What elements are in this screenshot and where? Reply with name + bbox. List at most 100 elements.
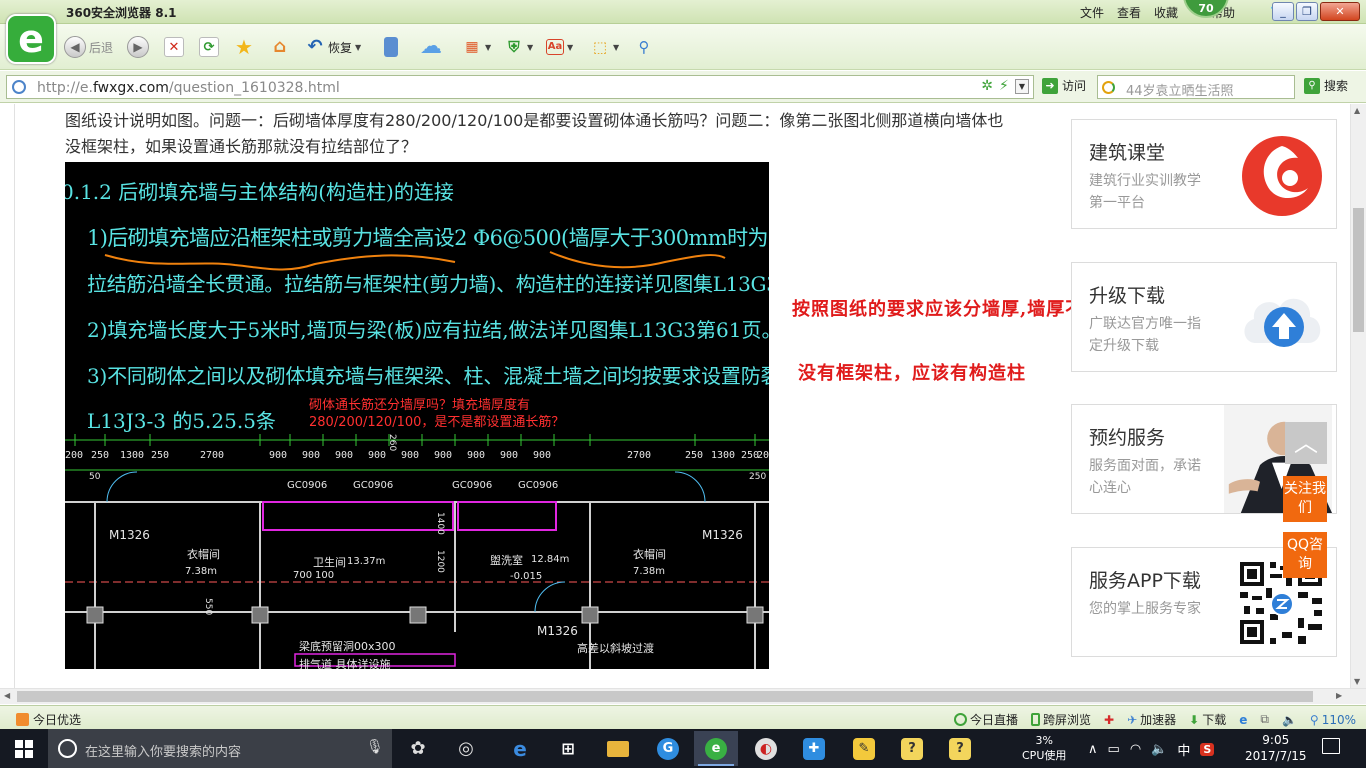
scroll-up-icon[interactable]: ▲	[1354, 106, 1360, 115]
download-button[interactable]: ⬇ 下载	[1189, 711, 1226, 728]
screenshot-icon[interactable]: ⬚	[590, 37, 610, 57]
compat-mode-icon[interactable]: ✲	[981, 78, 993, 94]
vertical-scroll-thumb[interactable]	[1353, 208, 1364, 332]
scroll-down-icon[interactable]: ▼	[1354, 677, 1360, 686]
taskbar-app-task-view[interactable]: ✿	[396, 731, 440, 766]
forward-arrow-icon[interactable]: ▶	[127, 36, 149, 58]
undo-icon[interactable]: ↶	[305, 37, 325, 57]
stop-icon[interactable]: ✕	[164, 37, 184, 57]
today-picks[interactable]: 今日优选	[16, 711, 81, 728]
speed-mode-icon[interactable]: ⚡	[999, 78, 1009, 94]
apps-grid-icon[interactable]: ▦	[462, 37, 482, 57]
apps-group[interactable]: ▦ ▼	[462, 35, 491, 59]
address-icons: ✲ ⚡ ▼	[981, 78, 1029, 94]
accelerator-button[interactable]: ✈ 加速器	[1127, 711, 1176, 728]
menu-favorites[interactable]: 收藏	[1154, 4, 1178, 21]
taskbar-app-browser[interactable]: ◎	[444, 731, 488, 766]
sidebar-card-upgrade[interactable]: 升级下载 广联达官方唯一指定升级下载	[1071, 262, 1337, 372]
live-label: 今日直播	[969, 713, 1018, 727]
address-bar[interactable]: http://e.fwxgx.com/question_1610328.html…	[6, 75, 1034, 99]
taskbar-app-edge[interactable]: e	[498, 731, 542, 766]
home-icon[interactable]: ⌂	[270, 37, 290, 57]
cpu-usage[interactable]: 3% CPU使用	[1022, 733, 1066, 763]
back-arrow-icon[interactable]: ◀	[64, 36, 86, 58]
taskbar-app-360[interactable]: ◐	[744, 731, 788, 766]
screenshot-group[interactable]: ⬚ ▼	[590, 35, 619, 59]
favorite-star-icon[interactable]: ★	[234, 37, 254, 57]
360-safe-icon: ◐	[755, 737, 777, 760]
menu-view[interactable]: 查看	[1117, 4, 1141, 21]
clock-time: 9:05	[1262, 733, 1290, 747]
restore-dropdown-icon[interactable]: ▼	[355, 43, 361, 52]
microphone-icon[interactable]: 🎙	[366, 739, 384, 755]
apps-dropdown-icon[interactable]: ▼	[485, 43, 491, 52]
taskbar-app-cad[interactable]: ✚	[792, 731, 836, 766]
visit-label: 访问	[1062, 79, 1087, 93]
volume-icon[interactable]: 🔈	[1151, 742, 1167, 757]
search-engine-icon[interactable]	[1102, 81, 1115, 94]
clock[interactable]: 9:05 2017/7/15	[1245, 732, 1307, 764]
magnifier-icon[interactable]: ⚲	[634, 37, 654, 57]
taskbar-app-store[interactable]: ⊞	[546, 731, 590, 766]
visit-button[interactable]: ➜ 访问	[1042, 77, 1086, 94]
maximize-button[interactable]: ❐	[1296, 2, 1318, 21]
tray-expand-icon[interactable]: ∧	[1088, 742, 1098, 757]
sogou-ime-icon[interactable]: S	[1200, 743, 1215, 756]
translate-icon[interactable]: Aa	[546, 39, 564, 55]
notification-center-icon[interactable]	[1322, 738, 1340, 754]
dim-label: 900	[533, 450, 552, 461]
qq-consult-button[interactable]: QQ咨询	[1283, 532, 1327, 578]
search-placeholder: 44岁袁立晒生活照	[1126, 84, 1234, 99]
volume-button[interactable]: 🔈	[1282, 713, 1297, 727]
download-label: 下载	[1202, 713, 1227, 727]
live-button[interactable]: 今日直播	[953, 711, 1018, 728]
menu-file[interactable]: 文件	[1080, 4, 1104, 21]
search-button[interactable]: ⚲ 搜索	[1304, 77, 1348, 94]
taskbar-app-explorer[interactable]	[596, 731, 640, 766]
back-to-top-button[interactable]: ︿	[1285, 422, 1327, 464]
refresh-icon[interactable]: ⟳	[199, 37, 219, 57]
taskbar-app-360browser[interactable]: e	[694, 731, 738, 766]
taskbar-app-glodon[interactable]: G	[646, 731, 690, 766]
sidebar-card-course[interactable]: 建筑课堂 建筑行业实训教学第一平台	[1071, 119, 1337, 229]
follow-us-button[interactable]: 关注我们	[1283, 476, 1327, 522]
ime-indicator[interactable]: 中	[1177, 740, 1190, 759]
wifi-icon[interactable]: ◠	[1130, 742, 1141, 757]
horizontal-scroll-thumb[interactable]	[17, 691, 1313, 702]
address-dropdown-icon[interactable]: ▼	[1014, 78, 1029, 94]
cad-drawing-image[interactable]: 0.1.2 后砌填充墙与主体结构(构造柱)的连接 1)后砌填充墙应沿框架柱或剪力…	[65, 162, 769, 669]
shield-dropdown-icon[interactable]: ▼	[527, 43, 533, 52]
horizontal-scrollbar[interactable]: ◀ ▶	[0, 688, 1366, 704]
restore-label[interactable]: 恢复	[328, 39, 352, 56]
window-button[interactable]: ⧉	[1260, 712, 1269, 727]
scroll-left-icon[interactable]: ◀	[4, 691, 10, 700]
windows-start-icon[interactable]	[0, 729, 48, 768]
translate-group[interactable]: Aa ▼	[546, 35, 573, 59]
close-button[interactable]: ✕	[1320, 2, 1360, 21]
shield-group[interactable]: ⛨ ▼	[504, 35, 533, 59]
phone-icon[interactable]	[384, 37, 398, 57]
ie-mode-button[interactable]: e	[1239, 713, 1247, 727]
restore-group[interactable]: ↶ 恢复 ▼	[305, 35, 361, 59]
health-button[interactable]: ✚	[1104, 713, 1114, 727]
url-text[interactable]: http://e.fwxgx.com/question_1610328.html	[37, 80, 340, 96]
taskbar-app-notes[interactable]: ✎	[842, 731, 886, 766]
cloud-icon[interactable]: ☁	[416, 36, 446, 58]
dim-label: 1300	[711, 450, 736, 461]
search-input[interactable]: 44岁袁立晒生活照	[1097, 75, 1295, 99]
vertical-scrollbar[interactable]: ▲ ▼	[1350, 104, 1366, 688]
zoom-button[interactable]: ⚲ 110%	[1310, 713, 1356, 727]
back-label[interactable]: 后退	[89, 39, 113, 56]
network-icon[interactable]: ▭	[1108, 742, 1120, 757]
screenshot-dropdown-icon[interactable]: ▼	[613, 43, 619, 52]
cross-screen-button[interactable]: 跨屏浏览	[1030, 711, 1091, 728]
taskbar-app-help-1[interactable]: ?	[890, 731, 934, 766]
shield-icon[interactable]: ⛨	[504, 37, 524, 57]
back-group[interactable]: ◀ 后退	[64, 35, 113, 59]
taskbar-app-help-2[interactable]: ?	[938, 731, 982, 766]
browser-logo-icon[interactable]: e	[6, 14, 56, 64]
scroll-right-icon[interactable]: ▶	[1336, 691, 1342, 700]
translate-dropdown-icon[interactable]: ▼	[567, 43, 573, 52]
taskbar-search-input[interactable]: 在这里输入你要搜索的内容 🎙	[48, 729, 392, 768]
minimize-button[interactable]: _	[1272, 2, 1294, 21]
